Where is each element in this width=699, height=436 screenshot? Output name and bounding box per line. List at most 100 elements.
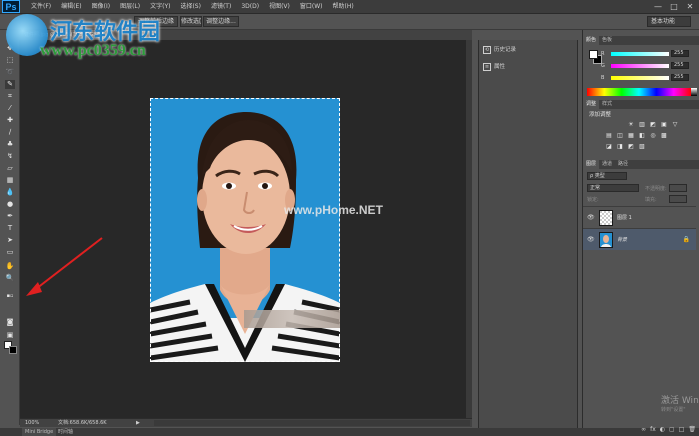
new-layer-icon[interactable]: □ [679, 426, 685, 434]
group-icon[interactable]: ▢ [669, 426, 675, 434]
clone-stamp-tool-icon[interactable]: ♣ [5, 140, 15, 149]
menu-help[interactable]: 帮助(H) [328, 0, 359, 14]
trash-icon[interactable]: 🗑 [688, 426, 696, 434]
layer-row-selected[interactable]: 👁 背景 🔒 [583, 228, 696, 250]
properties-panel-button[interactable]: ≡ 属性 [483, 61, 573, 73]
menu-edit[interactable]: 编辑(E) [56, 0, 86, 14]
tab-adjustments[interactable]: 调整 [583, 100, 600, 109]
red-arrow-annotation [26, 237, 103, 296]
green-value-input[interactable]: 255 [671, 62, 689, 69]
channel-mixer-icon[interactable]: ◎ [649, 132, 657, 139]
color-panel-foreground[interactable] [589, 50, 598, 59]
levels-icon[interactable]: ▥ [638, 121, 646, 128]
hue-saturation-icon[interactable]: ▤ [605, 132, 613, 139]
blue-slider[interactable] [611, 76, 669, 80]
grayscale-ramp[interactable] [691, 88, 697, 96]
opacity-input[interactable] [669, 184, 687, 192]
visibility-eye-icon[interactable]: 👁 [587, 236, 595, 244]
modify-selection-button[interactable]: 修改选区 [180, 16, 202, 27]
invert-icon[interactable]: ◪ [605, 143, 613, 150]
gradient-tool-icon[interactable]: ▦ [5, 176, 15, 185]
eraser-tool-icon[interactable]: ▱ [5, 164, 15, 173]
exposure-icon[interactable]: ▣ [660, 121, 668, 128]
workspace-select[interactable]: 基本功能 [647, 16, 691, 27]
close-icon[interactable]: ✕ [685, 1, 695, 12]
tab-channels[interactable]: 通道 [599, 160, 615, 169]
threshold-icon[interactable]: ◩ [627, 143, 635, 150]
hand-tool-icon[interactable]: ✋ [5, 262, 15, 271]
menu-3d[interactable]: 3D(D) [236, 0, 264, 14]
background-color-swatch[interactable] [9, 346, 17, 354]
tab-layers[interactable]: 图层 [583, 160, 600, 169]
vertical-scrollbar[interactable] [466, 40, 472, 418]
menu-layer[interactable]: 图层(L) [115, 0, 145, 14]
fill-input[interactable] [669, 195, 687, 203]
status-menu-arrow-icon[interactable]: ▶ [136, 419, 140, 427]
lasso-tool-icon[interactable]: ➰ [5, 68, 15, 77]
tab-swatches[interactable]: 色板 [599, 36, 615, 45]
menu-file[interactable]: 文件(F) [26, 0, 56, 14]
screen-mode-icon[interactable]: ▣ [5, 331, 15, 340]
zoom-tool-icon[interactable]: 🔍 [5, 274, 15, 283]
black-white-icon[interactable]: ▦ [627, 132, 635, 139]
history-panel-button[interactable]: ⟲ 历史记录 [483, 44, 573, 56]
eyedropper-tool-icon[interactable]: ⁄ [5, 104, 15, 113]
shape-tool-icon[interactable]: ▭ [5, 248, 15, 257]
brush-tool-icon[interactable]: ∕ [5, 128, 15, 137]
pen-tool-icon[interactable]: ✒ [5, 212, 15, 221]
blur-tool-icon[interactable]: 💧 [5, 188, 15, 197]
quick-mask-icon[interactable]: ◙ [5, 318, 15, 327]
tab-paths[interactable]: 路径 [615, 160, 631, 169]
maximize-icon[interactable]: □ [669, 1, 679, 12]
right-panel-dock: 颜色 色板 R 255 G 255 B 255 调整 样式 添加调整 ☀ ▥ ◩… [582, 30, 699, 433]
horizontal-scrollbar[interactable] [154, 420, 470, 426]
layer-kind-filter[interactable]: ρ 类型 [587, 172, 627, 180]
brightness-icon[interactable]: ☀ [627, 121, 635, 128]
quick-selection-tool-icon[interactable]: ✎ [5, 80, 15, 89]
type-tool-icon[interactable]: T [5, 224, 15, 233]
menu-window[interactable]: 窗口(W) [295, 0, 328, 14]
layer-row[interactable]: 👁 图层 1 [583, 206, 696, 228]
zoom-level[interactable]: 100% [25, 419, 39, 427]
healing-brush-tool-icon[interactable]: ✚ [5, 116, 15, 125]
timeline-tab[interactable]: 时间轴 [58, 428, 73, 436]
history-brush-tool-icon[interactable]: ↯ [5, 152, 15, 161]
menu-view[interactable]: 视图(V) [264, 0, 295, 14]
curves-icon[interactable]: ◩ [649, 121, 657, 128]
posterize-icon[interactable]: ◨ [616, 143, 624, 150]
mini-bridge-tab[interactable]: Mini Bridge [22, 428, 57, 436]
color-balance-icon[interactable]: ◫ [616, 132, 624, 139]
menu-select[interactable]: 选择(S) [175, 0, 206, 14]
gradient-map-icon[interactable]: ▧ [638, 143, 646, 150]
minimize-icon[interactable]: — [653, 1, 663, 12]
default-colors-icon[interactable]: ▪▫ [5, 292, 15, 301]
vibrance-icon[interactable]: ▽ [671, 121, 679, 128]
path-selection-tool-icon[interactable]: ➤ [5, 236, 15, 245]
green-slider[interactable] [611, 64, 669, 68]
thumbnail-portrait [601, 235, 611, 247]
blue-value-input[interactable]: 255 [671, 74, 689, 81]
marquee-tool-icon[interactable]: ⬚ [5, 56, 15, 65]
menu-filter[interactable]: 滤镜(T) [206, 0, 236, 14]
link-layers-icon[interactable]: ∞ [641, 426, 646, 434]
tab-styles[interactable]: 样式 [599, 100, 615, 109]
crop-tool-icon[interactable]: ⌗ [5, 92, 15, 101]
red-value-input[interactable]: 255 [671, 50, 689, 57]
layer-name[interactable]: 背景 [617, 236, 627, 243]
menu-image[interactable]: 图像(I) [87, 0, 115, 14]
menu-type[interactable]: 文字(Y) [145, 0, 175, 14]
photo-filter-icon[interactable]: ◧ [638, 132, 646, 139]
refine-edge-button[interactable]: 调整边缘... [203, 16, 239, 27]
dodge-tool-icon[interactable]: ● [5, 200, 15, 209]
adjustment-layer-icon[interactable]: ◐ [660, 426, 665, 434]
visibility-eye-icon[interactable]: 👁 [587, 214, 595, 222]
layer-thumbnail [599, 232, 613, 248]
color-lookup-icon[interactable]: ▩ [660, 132, 668, 139]
blend-mode-select[interactable]: 正常 [587, 184, 639, 192]
layers-footer-toolbar: ∞ fx ◐ ▢ □ 🗑 [583, 426, 699, 434]
red-slider[interactable] [611, 52, 669, 56]
color-spectrum-bar[interactable] [587, 88, 691, 96]
layer-name[interactable]: 图层 1 [617, 214, 632, 221]
layer-style-icon[interactable]: fx [650, 426, 656, 434]
tab-color[interactable]: 颜色 [583, 36, 600, 45]
